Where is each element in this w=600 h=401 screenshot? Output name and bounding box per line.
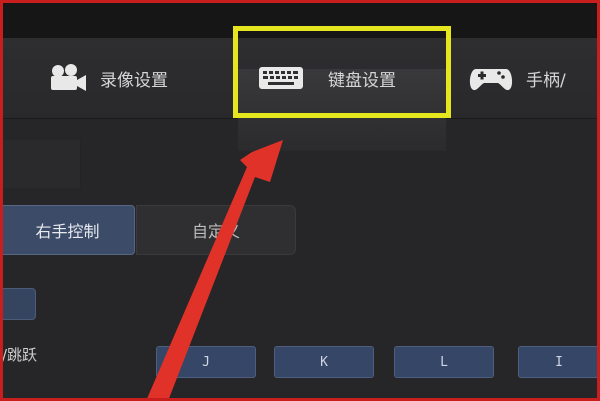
- red-pointer-arrow-icon: [146, 140, 283, 401]
